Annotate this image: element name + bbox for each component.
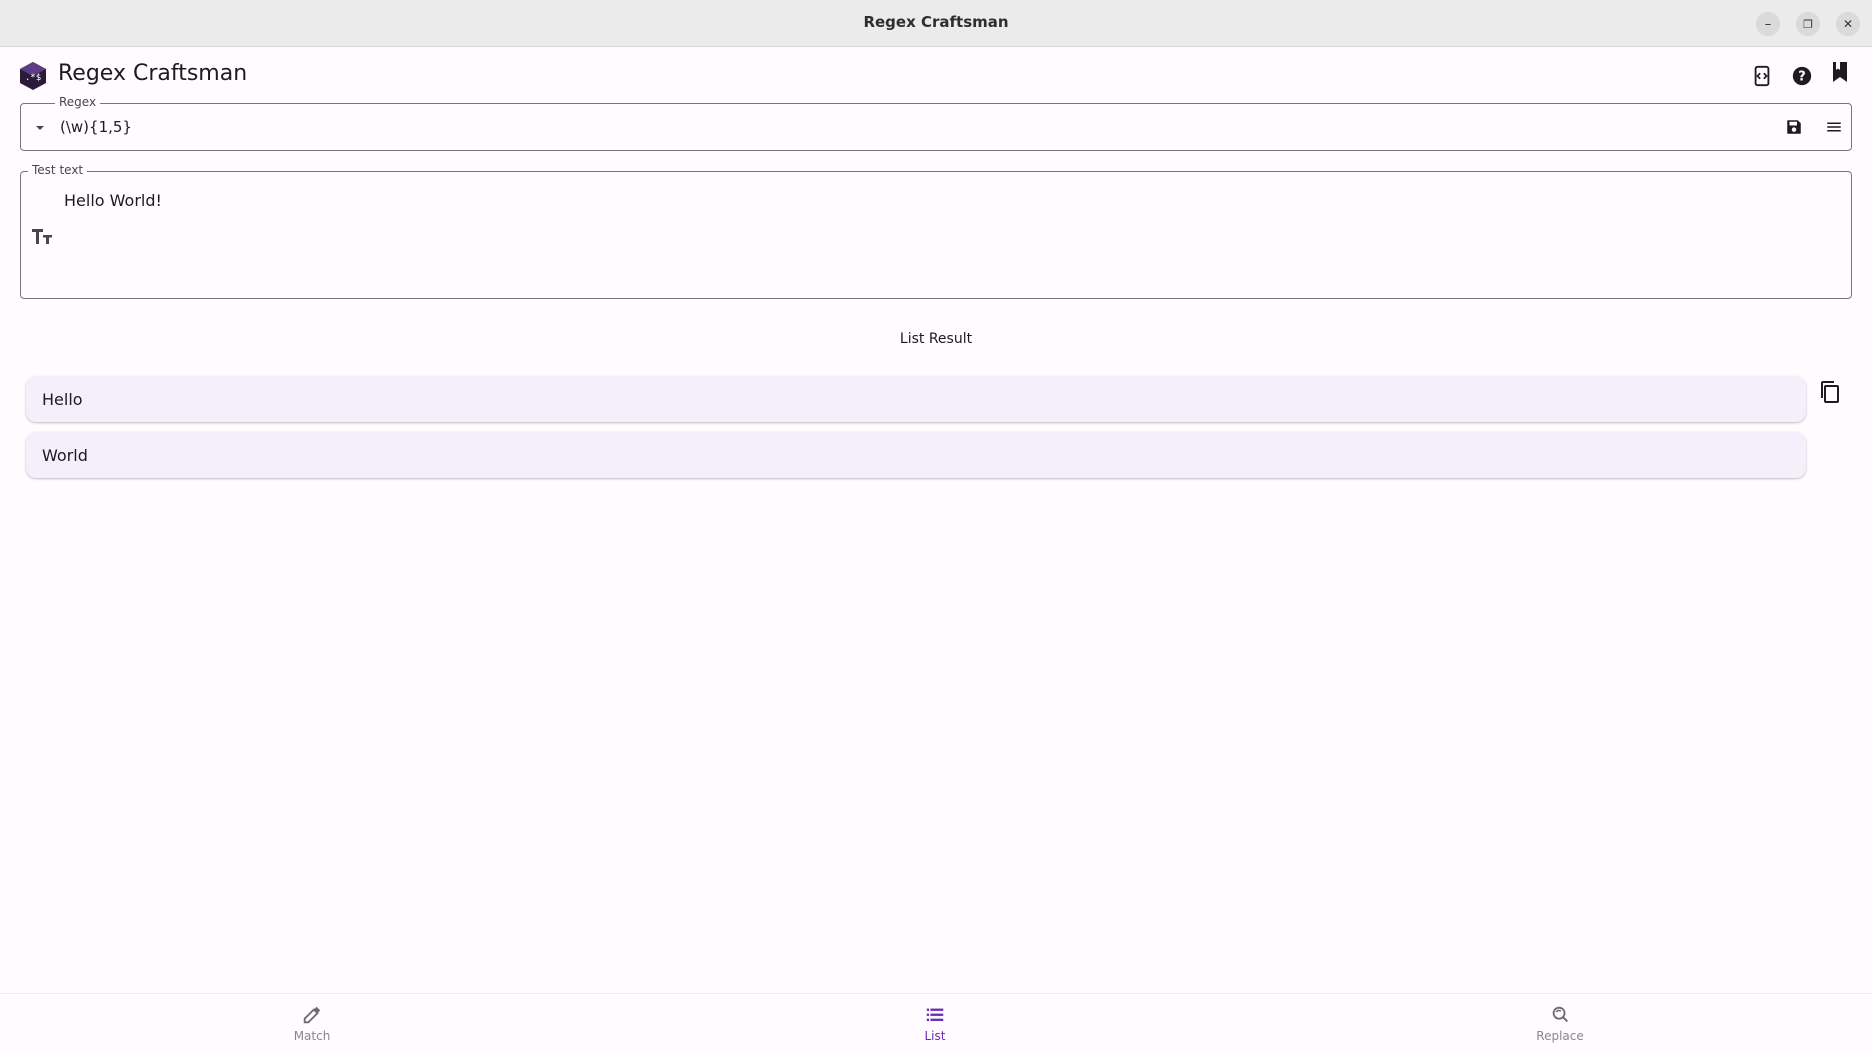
dropdown-arrow-icon[interactable] [35,124,45,132]
find-replace-icon [1552,1006,1569,1023]
save-icon[interactable] [1785,118,1803,136]
svg-text:?: ? [1798,70,1805,85]
menu-icon[interactable] [1825,118,1843,136]
result-text: World [42,446,88,465]
regex-input[interactable]: (\w){1,5} [60,118,132,136]
nav-match-label: Match [293,1029,331,1043]
result-item-hello[interactable]: Hello [26,376,1806,422]
svg-text:.*$: .*$ [25,73,41,83]
text-size-icon[interactable] [31,227,53,245]
eyedropper-icon [303,1006,321,1024]
app-bar: .*$ Regex Craftsman ? [0,48,1872,104]
help-button[interactable]: ? [1789,63,1815,89]
list-icon [926,1008,944,1021]
result-text: Hello [42,390,83,409]
maximize-icon: ❐ [1803,17,1813,31]
bottom-navigation: Match List Replace [0,993,1872,1053]
test-text-input[interactable]: Hello World! [64,191,162,210]
nav-replace-label: Replace [1536,1029,1584,1043]
bookmark-icon [1833,62,1847,82]
close-window-button[interactable]: ✕ [1836,12,1860,36]
copy-icon[interactable] [1819,380,1841,404]
code-view-button[interactable] [1749,63,1775,89]
nav-list[interactable]: List [875,1004,995,1043]
regex-field[interactable]: Regex (\w){1,5} [20,95,1852,151]
bookmark-button[interactable] [1827,59,1853,85]
code-view-icon [1754,65,1770,87]
window-title: Regex Craftsman [863,13,1009,31]
app-title: Regex Craftsman [58,61,248,86]
test-text-label: Test text [28,163,88,177]
minimize-button[interactable]: – [1756,12,1780,36]
nav-list-label: List [924,1029,946,1043]
regex-label: Regex [55,95,101,109]
window-titlebar: Regex Craftsman – ❐ ✕ [0,0,1872,47]
nav-match[interactable]: Match [252,1004,372,1043]
maximize-button[interactable]: ❐ [1796,12,1820,36]
app-logo-icon: .*$ [20,62,46,90]
help-icon: ? [1792,66,1812,86]
result-item-world[interactable]: World [26,432,1806,478]
test-text-field[interactable]: Test text Hello World! [20,163,1852,299]
results-title: List Result [899,331,973,347]
minimize-icon: – [1764,16,1772,32]
close-icon: ✕ [1842,17,1854,31]
nav-replace[interactable]: Replace [1500,1004,1620,1043]
